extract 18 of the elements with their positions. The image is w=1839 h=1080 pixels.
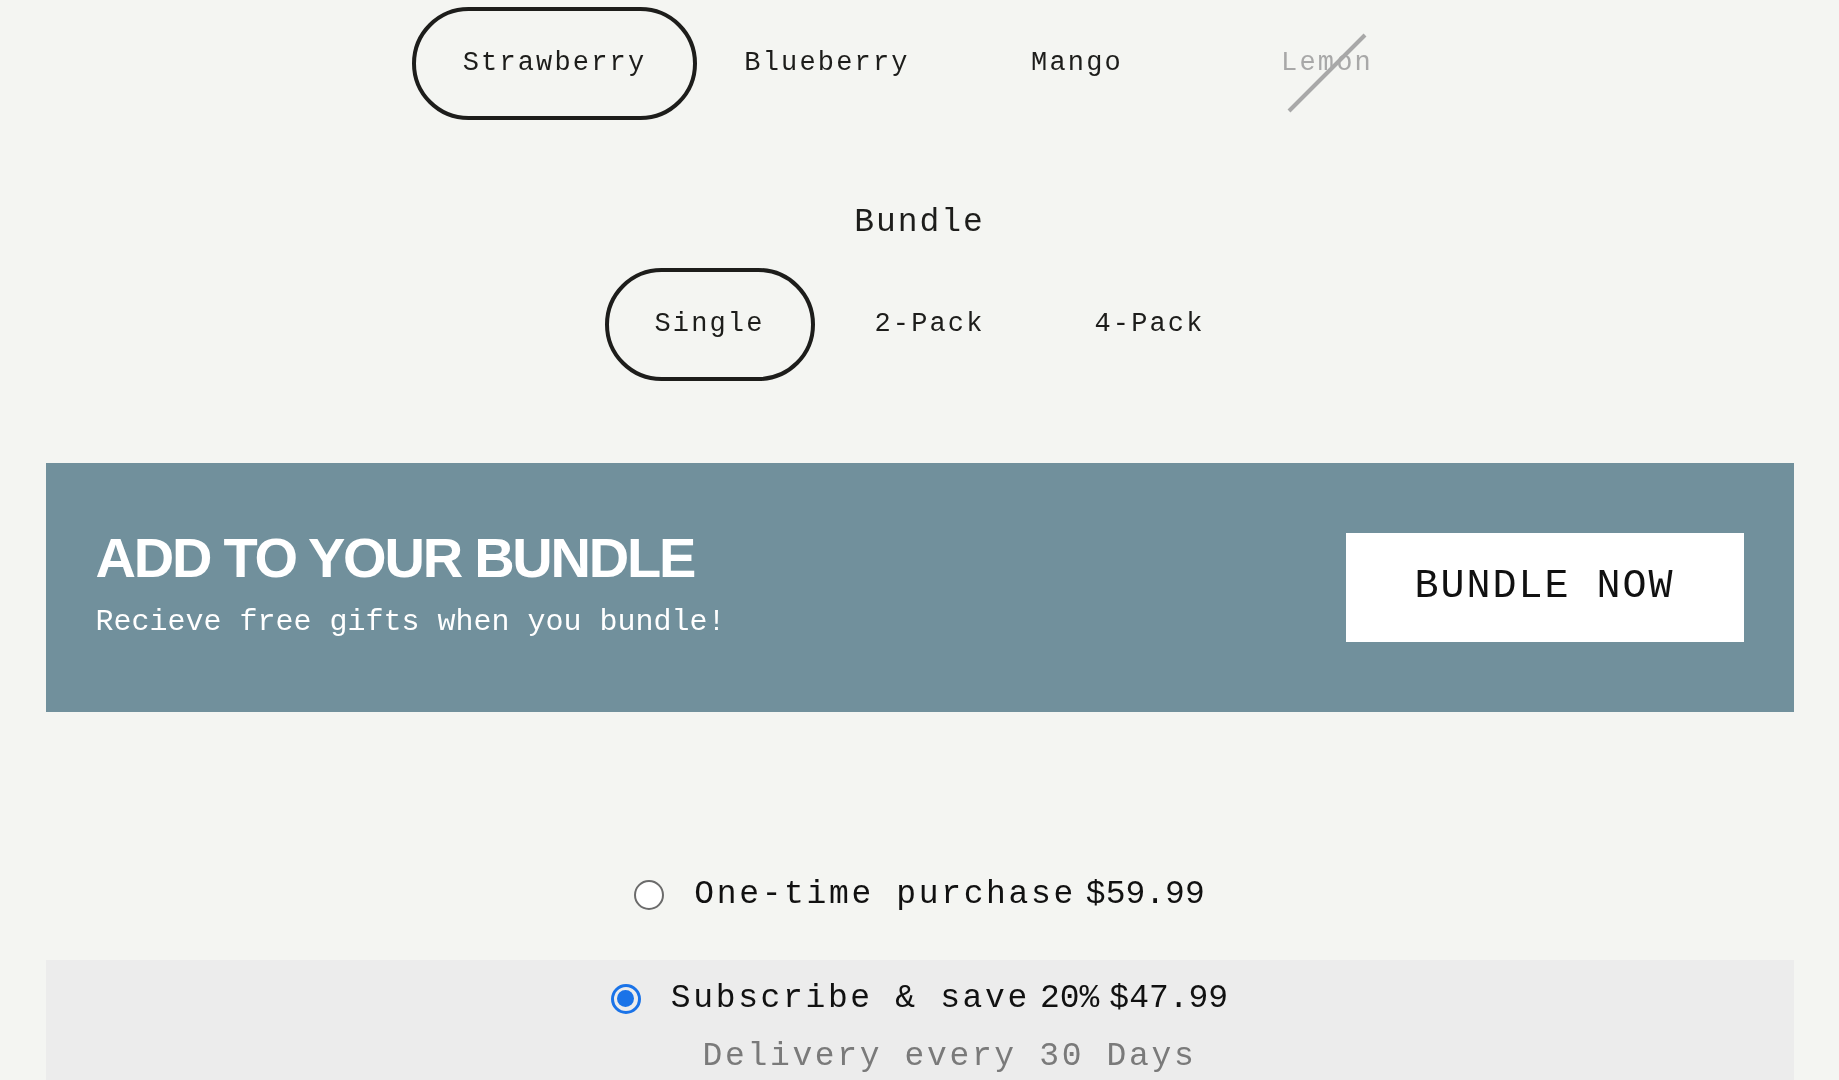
option-pill[interactable]: 2-Pack xyxy=(824,267,1035,381)
option-pill[interactable]: Strawberry xyxy=(412,7,697,120)
option-label: Subscribe & save xyxy=(670,979,1030,1019)
section-title: Bundle xyxy=(854,203,985,243)
delivery-note: Delivery every 30 Days xyxy=(702,1036,1197,1077)
banner-title: ADD TO YOUR BUNDLE xyxy=(95,529,696,586)
price-text: $59.99 xyxy=(1085,875,1205,915)
price-text: $47.99 xyxy=(1109,979,1229,1019)
radio-button[interactable] xyxy=(634,879,665,910)
option-label: One-time purchase xyxy=(694,875,1076,915)
option-pill[interactable]: 4-Pack xyxy=(1044,267,1255,381)
discount-text: 20% xyxy=(1039,979,1100,1019)
option-pill[interactable]: Blueberry xyxy=(707,7,947,120)
banner-subtitle: Recieve free gifts when you bundle! xyxy=(95,603,726,641)
option-pill[interactable]: Mango xyxy=(957,7,1197,120)
radio-button[interactable] xyxy=(610,983,641,1014)
option-pill[interactable]: Single xyxy=(604,267,815,381)
bundle-now-button[interactable]: BUNDLE NOW xyxy=(1345,532,1744,642)
